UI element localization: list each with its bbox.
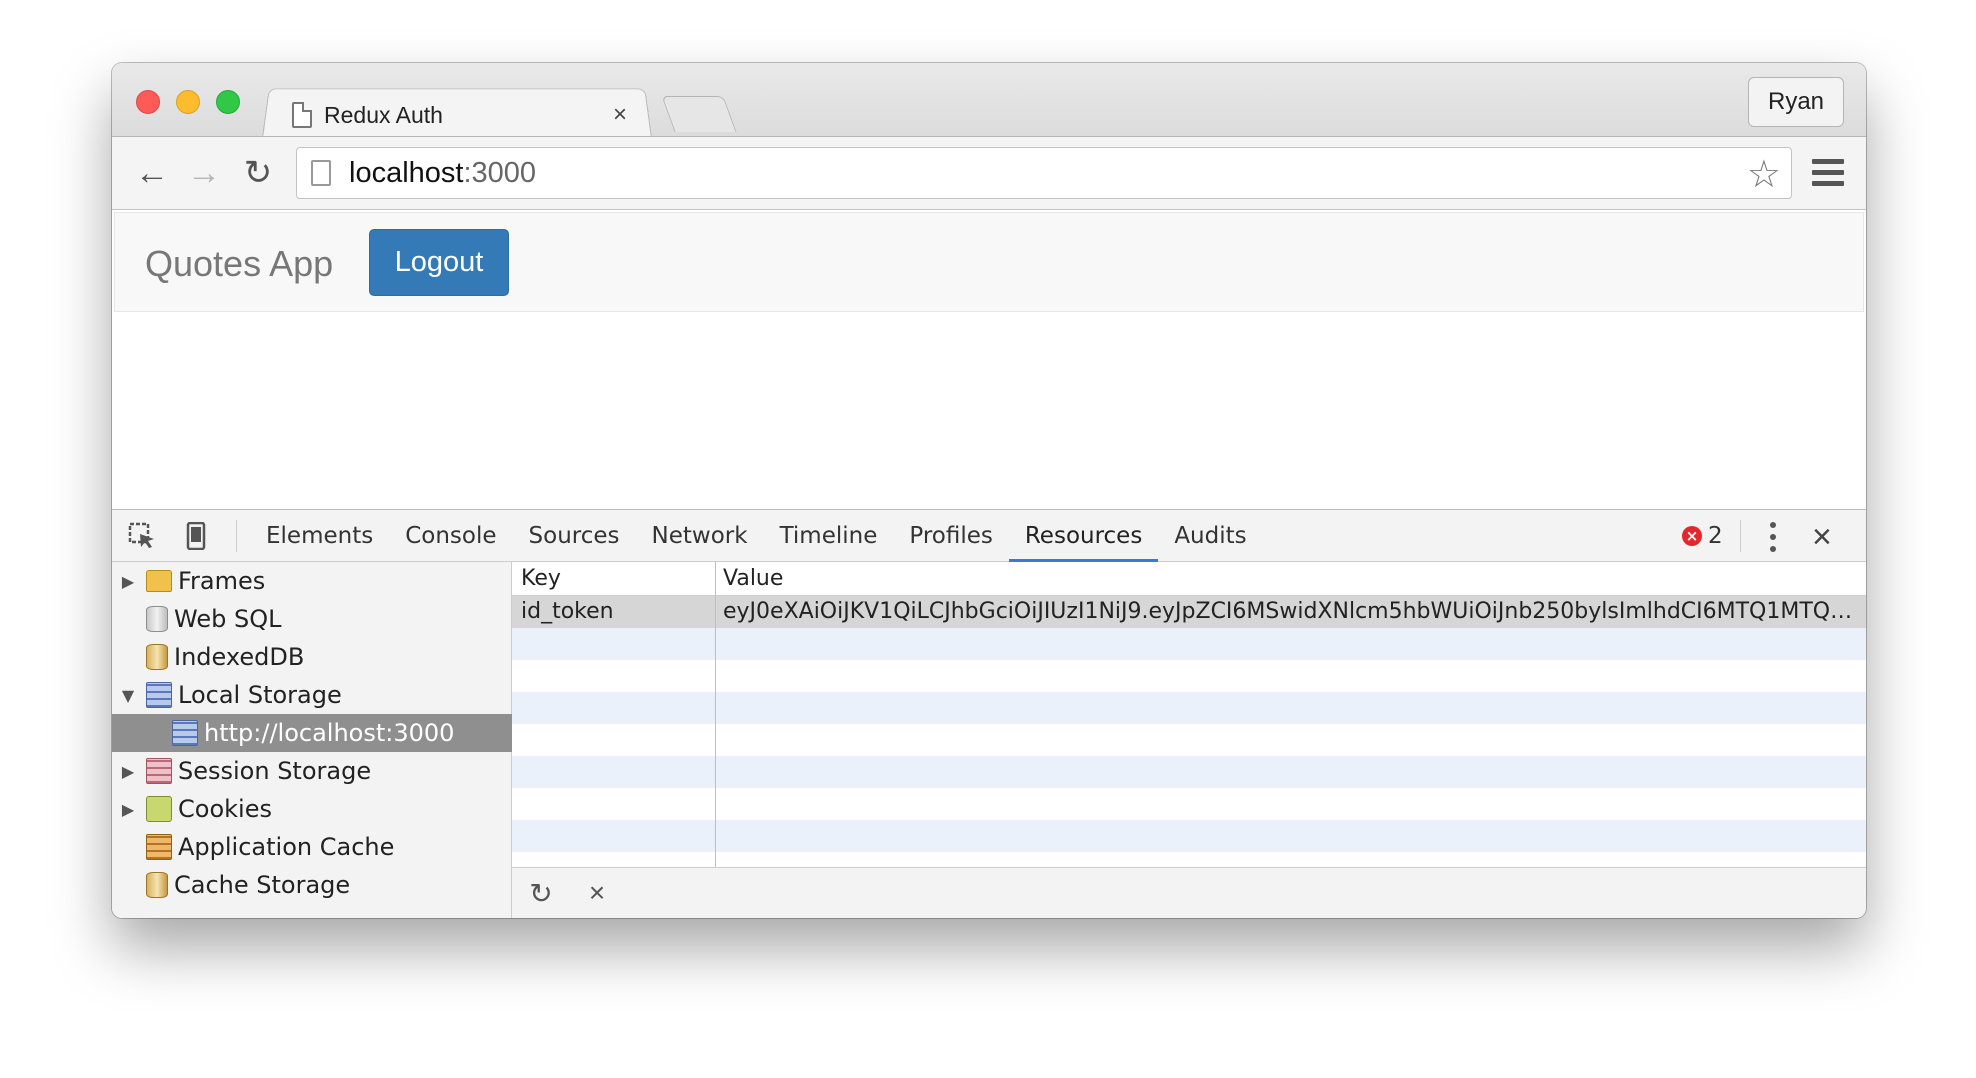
resources-sidebar: ▶ Frames Web SQL IndexedDB ▼ Local Stora… [112,562,512,918]
tree-item-label: Web SQL [174,605,282,633]
cookie-icon [146,796,172,822]
page-icon [292,102,312,128]
more-options-icon[interactable] [1769,522,1777,552]
tab-resources[interactable]: Resources [1008,510,1159,562]
devtools-tabs: Elements Console Sources Network Timelin… [250,510,1263,562]
row-key[interactable]: id_token [521,599,614,624]
tab-close-icon[interactable]: × [608,101,632,129]
tree-item-cache-storage[interactable]: Cache Storage [112,866,512,904]
storage-grid-icon [146,758,172,784]
tab-elements[interactable]: Elements [250,510,389,562]
column-divider[interactable] [715,562,716,867]
toolbar-divider [1740,520,1741,552]
tree-item-localhost[interactable]: http://localhost:3000 [112,714,512,752]
database-icon [146,644,168,670]
tab-profiles[interactable]: Profiles [893,510,1009,562]
tree-item-local-storage[interactable]: ▼ Local Storage [112,676,512,714]
expand-arrow-icon[interactable]: ▶ [120,800,136,819]
devtools-panel: Elements Console Sources Network Timelin… [112,509,1866,918]
tab-network[interactable]: Network [636,510,764,562]
tab-title: Redux Auth [324,101,443,128]
storage-grid-icon [172,720,198,746]
folder-icon [146,570,172,592]
tree-item-application-cache[interactable]: Application Cache [112,828,512,866]
back-arrow-icon[interactable]: ← [130,151,174,195]
devtools-close-icon[interactable]: × [1812,518,1832,557]
device-mode-icon[interactable] [180,520,212,552]
browser-window: Redux Auth × Ryan ← → ↻ localhost:3000 ☆… [112,63,1866,918]
address-bar[interactable]: localhost:3000 ☆ [296,147,1792,199]
new-tab-button[interactable] [661,96,737,132]
forward-arrow-icon[interactable]: → [182,151,226,195]
profile-button[interactable]: Ryan [1748,77,1844,127]
tree-item-label: IndexedDB [174,643,305,671]
refresh-icon[interactable]: ↻ [524,876,558,910]
column-header-value[interactable]: Value [723,566,783,591]
tree-item-session-storage[interactable]: ▶ Session Storage [112,752,512,790]
delete-icon[interactable]: × [580,876,614,910]
expand-arrow-icon[interactable]: ▶ [120,762,136,781]
browser-toolbar: ← → ↻ localhost:3000 ☆ [112,136,1866,210]
tree-item-web-sql[interactable]: Web SQL [112,600,512,638]
tab-console[interactable]: Console [389,510,512,562]
tree-item-cookies[interactable]: ▶ Cookies [112,790,512,828]
error-icon: × [1682,526,1702,546]
tree-item-label: Local Storage [178,681,342,709]
hamburger-menu-icon[interactable] [1812,159,1844,187]
window-maximize-button[interactable] [216,90,240,114]
error-counter[interactable]: × 2 [1682,523,1723,549]
page-icon [311,160,331,186]
window-close-button[interactable] [136,90,160,114]
toolbar-divider [236,520,237,552]
browser-tab-content[interactable]: Redux Auth × [292,95,632,135]
cache-grid-icon [146,834,172,860]
window-minimize-button[interactable] [176,90,200,114]
storage-grid-icon [146,682,172,708]
column-header-key[interactable]: Key [521,566,561,591]
storage-footer: ↻ × [512,867,1866,918]
devtools-toolbar: Elements Console Sources Network Timelin… [112,510,1866,562]
bookmark-star-icon[interactable]: ☆ [1747,152,1781,197]
collapse-arrow-icon[interactable]: ▼ [120,686,136,705]
page-content: Quotes App Logout [112,210,1866,510]
tab-strip: Redux Auth × Ryan [112,63,1866,138]
inspect-element-icon[interactable] [126,520,158,552]
database-icon [146,606,168,632]
row-value[interactable]: eyJ0eXAiOiJKV1QiLCJhbGciOiJIUzI1NiJ9.eyJ… [723,599,1858,624]
tree-item-label: Cookies [178,795,272,823]
tree-item-frames[interactable]: ▶ Frames [112,562,512,600]
tree-item-label: Session Storage [178,757,372,785]
app-brand[interactable]: Quotes App [145,243,333,285]
url-port: :3000 [463,156,537,189]
reload-icon[interactable]: ↻ [236,151,280,195]
app-navbar: Quotes App Logout [114,212,1864,312]
tab-timeline[interactable]: Timeline [764,510,894,562]
tab-audits[interactable]: Audits [1158,510,1262,562]
expand-arrow-icon[interactable]: ▶ [120,572,136,591]
tree-item-label: Frames [178,567,266,595]
error-count: 2 [1708,523,1723,549]
storage-table: Key Value id_token eyJ0eXAiOiJKV1QiLCJhb… [512,562,1866,867]
tree-item-label: Application Cache [178,833,395,861]
tab-sources[interactable]: Sources [513,510,636,562]
logout-button[interactable]: Logout [369,229,509,296]
tree-item-label: Cache Storage [174,871,351,899]
url-host: localhost [349,156,464,189]
database-icon [146,872,168,898]
tree-item-label: http://localhost:3000 [204,719,455,747]
tree-item-indexeddb[interactable]: IndexedDB [112,638,512,676]
